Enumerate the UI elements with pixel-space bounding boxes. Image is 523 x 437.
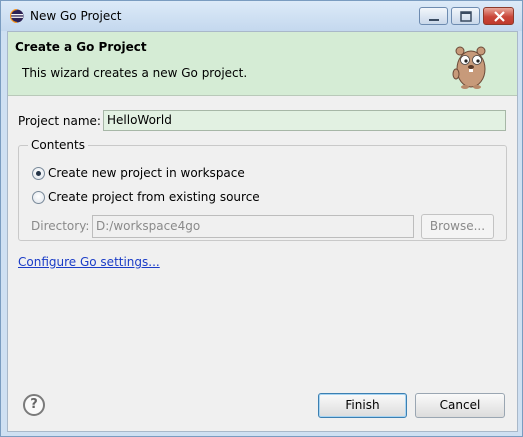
directory-input[interactable]: D:/workspace4go [92,215,414,238]
window-title: New Go Project [30,9,122,23]
title-bar[interactable]: New Go Project [1,1,522,31]
cancel-button[interactable]: Cancel [415,393,505,418]
minimize-icon [429,19,439,21]
eclipse-icon [10,9,24,23]
wizard-header: Create a Go Project This wizard creates … [8,32,517,96]
configure-go-settings-link[interactable]: Configure Go settings... [18,255,160,269]
project-name-label: Project name: [18,114,101,128]
maximize-icon [460,11,472,22]
radio-new-project-label[interactable]: Create new project in workspace [48,166,245,180]
radio-new-project[interactable] [32,167,45,180]
wizard-description: This wizard creates a new Go project. [22,66,248,80]
maximize-button[interactable] [451,7,480,25]
help-icon[interactable]: ? [23,394,45,416]
dialog-window: New Go Project Create a Go Project This … [0,0,523,437]
contents-group-label: Contents [28,138,88,152]
wizard-title: Create a Go Project [15,40,147,54]
browse-button[interactable]: Browse... [421,214,494,239]
gopher-icon [452,46,486,89]
close-icon [494,11,505,22]
radio-existing-source[interactable] [32,191,45,204]
minimize-button[interactable] [419,7,448,25]
project-name-input[interactable]: HelloWorld [103,110,506,131]
radio-existing-source-label[interactable]: Create project from existing source [48,190,260,204]
dialog-client-area: Create a Go Project This wizard creates … [7,31,518,432]
finish-button[interactable]: Finish [318,393,407,418]
close-button[interactable] [483,7,514,25]
directory-label: Directory: [31,219,90,233]
